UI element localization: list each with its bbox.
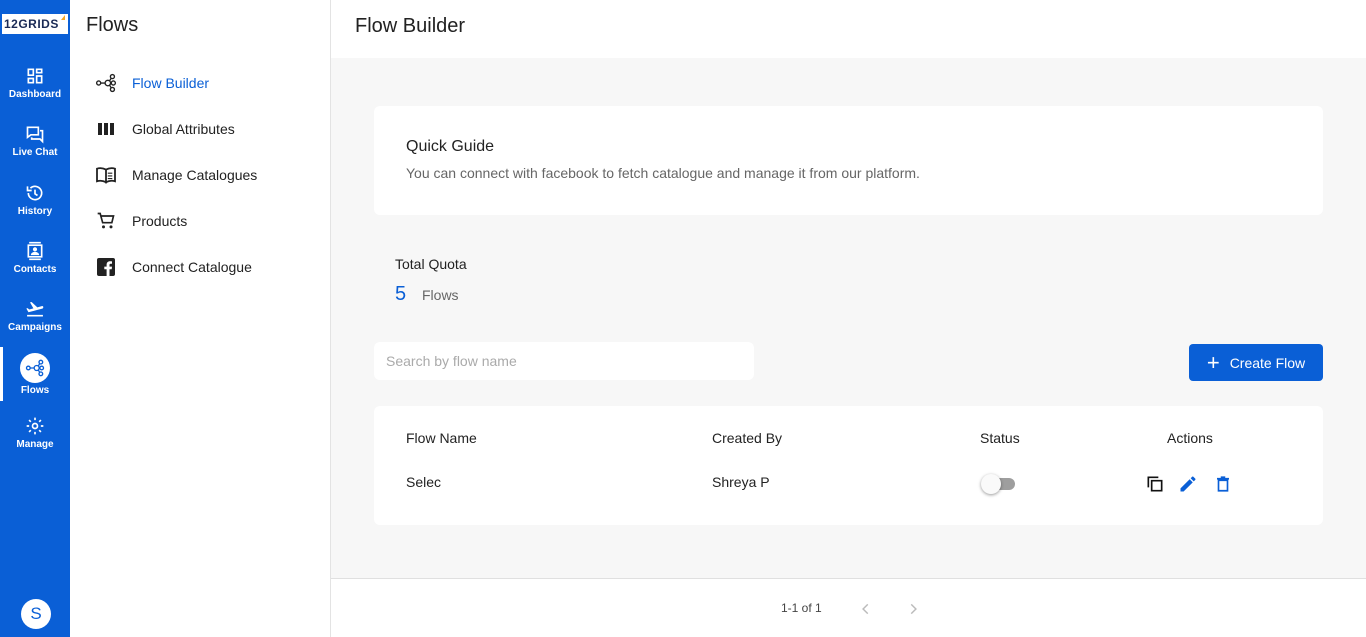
- sidebar-item-label: Flow Builder: [132, 75, 210, 91]
- rail-item-live-chat[interactable]: Live Chat: [0, 124, 70, 178]
- column-header-created-by[interactable]: Created By: [712, 430, 782, 446]
- book-icon: [94, 163, 118, 187]
- gear-icon: [26, 417, 44, 435]
- column-header-flow-name[interactable]: Flow Name: [406, 430, 477, 446]
- quota-value: 5: [395, 283, 407, 305]
- quick-guide-title: Quick Guide: [406, 138, 495, 155]
- sidebar-item-products[interactable]: Products: [94, 209, 187, 233]
- flow-icon: [25, 359, 45, 377]
- flow-icon: [94, 71, 118, 95]
- rail-item-label: Live Chat: [12, 147, 58, 158]
- user-avatar[interactable]: S: [21, 599, 51, 629]
- edit-icon[interactable]: [1176, 472, 1200, 496]
- brand-logo[interactable]: 12GRIDS: [2, 14, 68, 34]
- flight-takeoff-icon: [26, 302, 44, 317]
- rail-item-label: Campaigns: [8, 322, 62, 333]
- sidebar-item-global-attributes[interactable]: Global Attributes: [94, 117, 235, 141]
- active-indicator: [0, 347, 3, 401]
- column-header-actions: Actions: [1167, 430, 1213, 446]
- flow-name-cell[interactable]: Selec: [406, 474, 441, 490]
- history-icon: [26, 185, 43, 201]
- rail-item-campaigns[interactable]: Campaigns: [0, 299, 70, 353]
- next-page-icon[interactable]: [901, 597, 925, 621]
- top-bar: Flow Builder: [331, 0, 1366, 58]
- flows-sidebar: Flows Flow Builder Global Attributes Man…: [70, 0, 331, 637]
- create-flow-label: Create Flow: [1229, 354, 1306, 371]
- sidebar-item-label: Manage Catalogues: [132, 167, 258, 183]
- column-header-status[interactable]: Status: [980, 430, 1020, 446]
- facebook-icon: [94, 255, 118, 279]
- sidebar-item-flow-builder[interactable]: Flow Builder: [94, 71, 209, 95]
- quota-label: Total Quota: [395, 256, 467, 272]
- dashboard-icon: [27, 68, 43, 84]
- chat-icon: [26, 126, 44, 144]
- rail-item-history[interactable]: History: [0, 183, 70, 237]
- cart-icon: [94, 209, 118, 233]
- rail-item-label: Contacts: [13, 264, 57, 275]
- rail-item-label: History: [17, 206, 53, 217]
- flows-table: Flow Name Created By Status Actions Sele…: [374, 406, 1323, 525]
- contacts-icon: [27, 241, 43, 261]
- sidebar-item-connect-catalogue[interactable]: Connect Catalogue: [94, 255, 252, 279]
- prev-page-icon[interactable]: [854, 597, 878, 621]
- brand-logo-text: 12GRIDS: [4, 17, 59, 31]
- rail-item-label: Flows: [20, 385, 50, 396]
- toggle-knob: [981, 474, 1001, 494]
- page-title: Flow Builder: [355, 15, 466, 37]
- delete-icon[interactable]: [1211, 472, 1235, 496]
- columns-icon: [94, 117, 118, 141]
- copy-icon[interactable]: [1143, 472, 1167, 496]
- rail-item-label: Dashboard: [8, 89, 62, 100]
- search-input[interactable]: [374, 342, 754, 380]
- main-content: Flow Builder Quick Guide You can connect…: [331, 0, 1366, 637]
- plus-icon: +: [1206, 349, 1220, 375]
- sidebar-item-label: Products: [132, 213, 188, 229]
- create-flow-button[interactable]: + Create Flow: [1189, 344, 1323, 381]
- quick-guide-text: You can connect with facebook to fetch c…: [406, 165, 920, 181]
- logo-accent-icon: [61, 15, 65, 20]
- quota-unit: Flows: [422, 287, 459, 303]
- rail-item-manage[interactable]: Manage: [0, 416, 70, 470]
- rail-item-label: Manage: [16, 439, 54, 450]
- app-rail: 12GRIDS Dashboard Live Chat History Cont…: [0, 0, 70, 637]
- status-toggle[interactable]: [981, 474, 1017, 494]
- quick-guide-card: Quick Guide You can connect with faceboo…: [374, 106, 1323, 215]
- created-by-cell: Shreya P: [712, 474, 770, 490]
- rail-item-flows[interactable]: Flows: [0, 347, 70, 401]
- sidebar-item-manage-catalogues[interactable]: Manage Catalogues: [94, 163, 257, 187]
- flow-icon-badge: [20, 353, 50, 383]
- rail-item-dashboard[interactable]: Dashboard: [0, 66, 70, 120]
- sidebar-title: Flows: [86, 14, 139, 36]
- sidebar-item-label: Global Attributes: [132, 121, 235, 137]
- rail-item-contacts[interactable]: Contacts: [0, 241, 70, 295]
- pagination-bar: 1-1 of 1: [331, 578, 1366, 637]
- pagination-range: 1-1 of 1: [781, 601, 822, 615]
- sidebar-item-label: Connect Catalogue: [132, 259, 252, 275]
